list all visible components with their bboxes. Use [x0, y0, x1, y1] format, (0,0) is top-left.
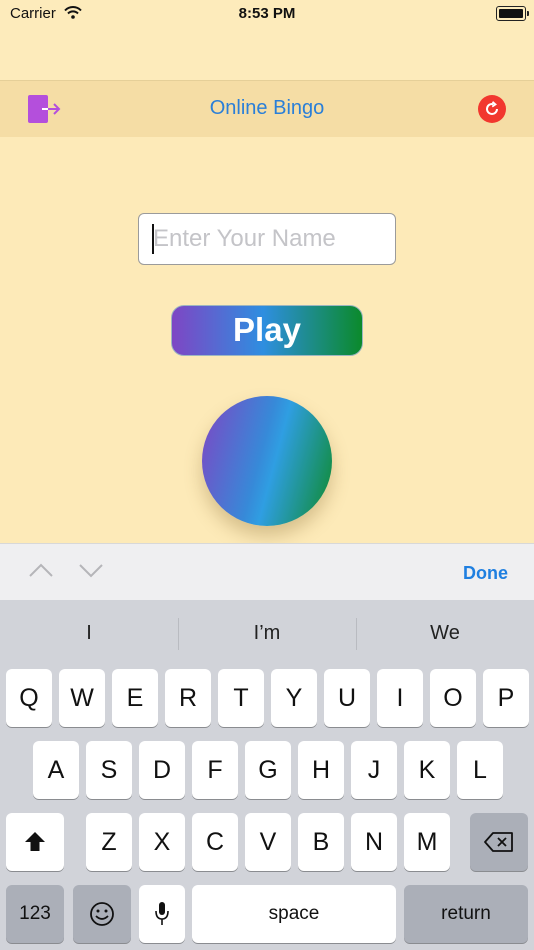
key-w[interactable]: W	[59, 669, 105, 727]
keyboard-accessory-bar: Done	[0, 543, 534, 601]
return-key[interactable]: return	[404, 885, 528, 943]
refresh-icon[interactable]	[478, 95, 506, 123]
key-y[interactable]: Y	[271, 669, 317, 727]
key-d[interactable]: D	[139, 741, 185, 799]
key-s[interactable]: S	[86, 741, 132, 799]
key-i[interactable]: I	[377, 669, 423, 727]
key-p[interactable]: P	[483, 669, 529, 727]
navigation-bar: Online Bingo	[0, 81, 534, 137]
emoji-icon	[90, 902, 114, 926]
key-t[interactable]: T	[218, 669, 264, 727]
done-button[interactable]: Done	[463, 563, 508, 584]
key-e[interactable]: E	[112, 669, 158, 727]
shift-icon	[25, 832, 45, 851]
numbers-key[interactable]: 123	[6, 885, 64, 943]
key-o[interactable]: O	[430, 669, 476, 727]
key-j[interactable]: J	[351, 741, 397, 799]
key-l[interactable]: L	[457, 741, 503, 799]
key-f[interactable]: F	[192, 741, 238, 799]
status-bar: Carrier 8:53 PM	[0, 0, 534, 30]
key-a[interactable]: A	[33, 741, 79, 799]
suggestion-2[interactable]: I’m	[178, 622, 356, 645]
chevron-down-icon[interactable]	[78, 562, 104, 583]
key-v[interactable]: V	[245, 813, 291, 871]
page-title: Online Bingo	[209, 97, 325, 119]
key-r[interactable]: R	[165, 669, 211, 727]
microphone-icon	[155, 902, 169, 925]
key-g[interactable]: G	[245, 741, 291, 799]
key-q[interactable]: Q	[6, 669, 52, 727]
shift-key[interactable]	[6, 813, 64, 871]
key-z[interactable]: Z	[86, 813, 132, 871]
backspace-icon	[484, 832, 513, 852]
text-cursor	[152, 224, 154, 254]
clock: 8:53 PM	[238, 5, 296, 22]
suggestion-3[interactable]: We	[356, 622, 534, 645]
key-k[interactable]: K	[404, 741, 450, 799]
key-u[interactable]: U	[324, 669, 370, 727]
key-m[interactable]: M	[404, 813, 450, 871]
keyboard: I I’m We Q W E R T Y U I O P A S D F G H…	[0, 600, 534, 950]
play-button[interactable]: Play	[171, 305, 363, 356]
top-band	[0, 30, 534, 81]
name-input[interactable]	[138, 213, 396, 265]
key-x[interactable]: X	[139, 813, 185, 871]
backspace-key[interactable]	[470, 813, 528, 871]
bingo-ball	[202, 396, 332, 526]
chevron-up-icon[interactable]	[28, 562, 54, 583]
space-key[interactable]: space	[192, 885, 396, 943]
dictation-key[interactable]	[139, 885, 185, 943]
key-n[interactable]: N	[351, 813, 397, 871]
suggestion-1[interactable]: I	[0, 622, 178, 645]
key-b[interactable]: B	[298, 813, 344, 871]
emoji-key[interactable]	[73, 885, 131, 943]
key-c[interactable]: C	[192, 813, 238, 871]
key-h[interactable]: H	[298, 741, 344, 799]
battery-icon	[496, 6, 529, 21]
